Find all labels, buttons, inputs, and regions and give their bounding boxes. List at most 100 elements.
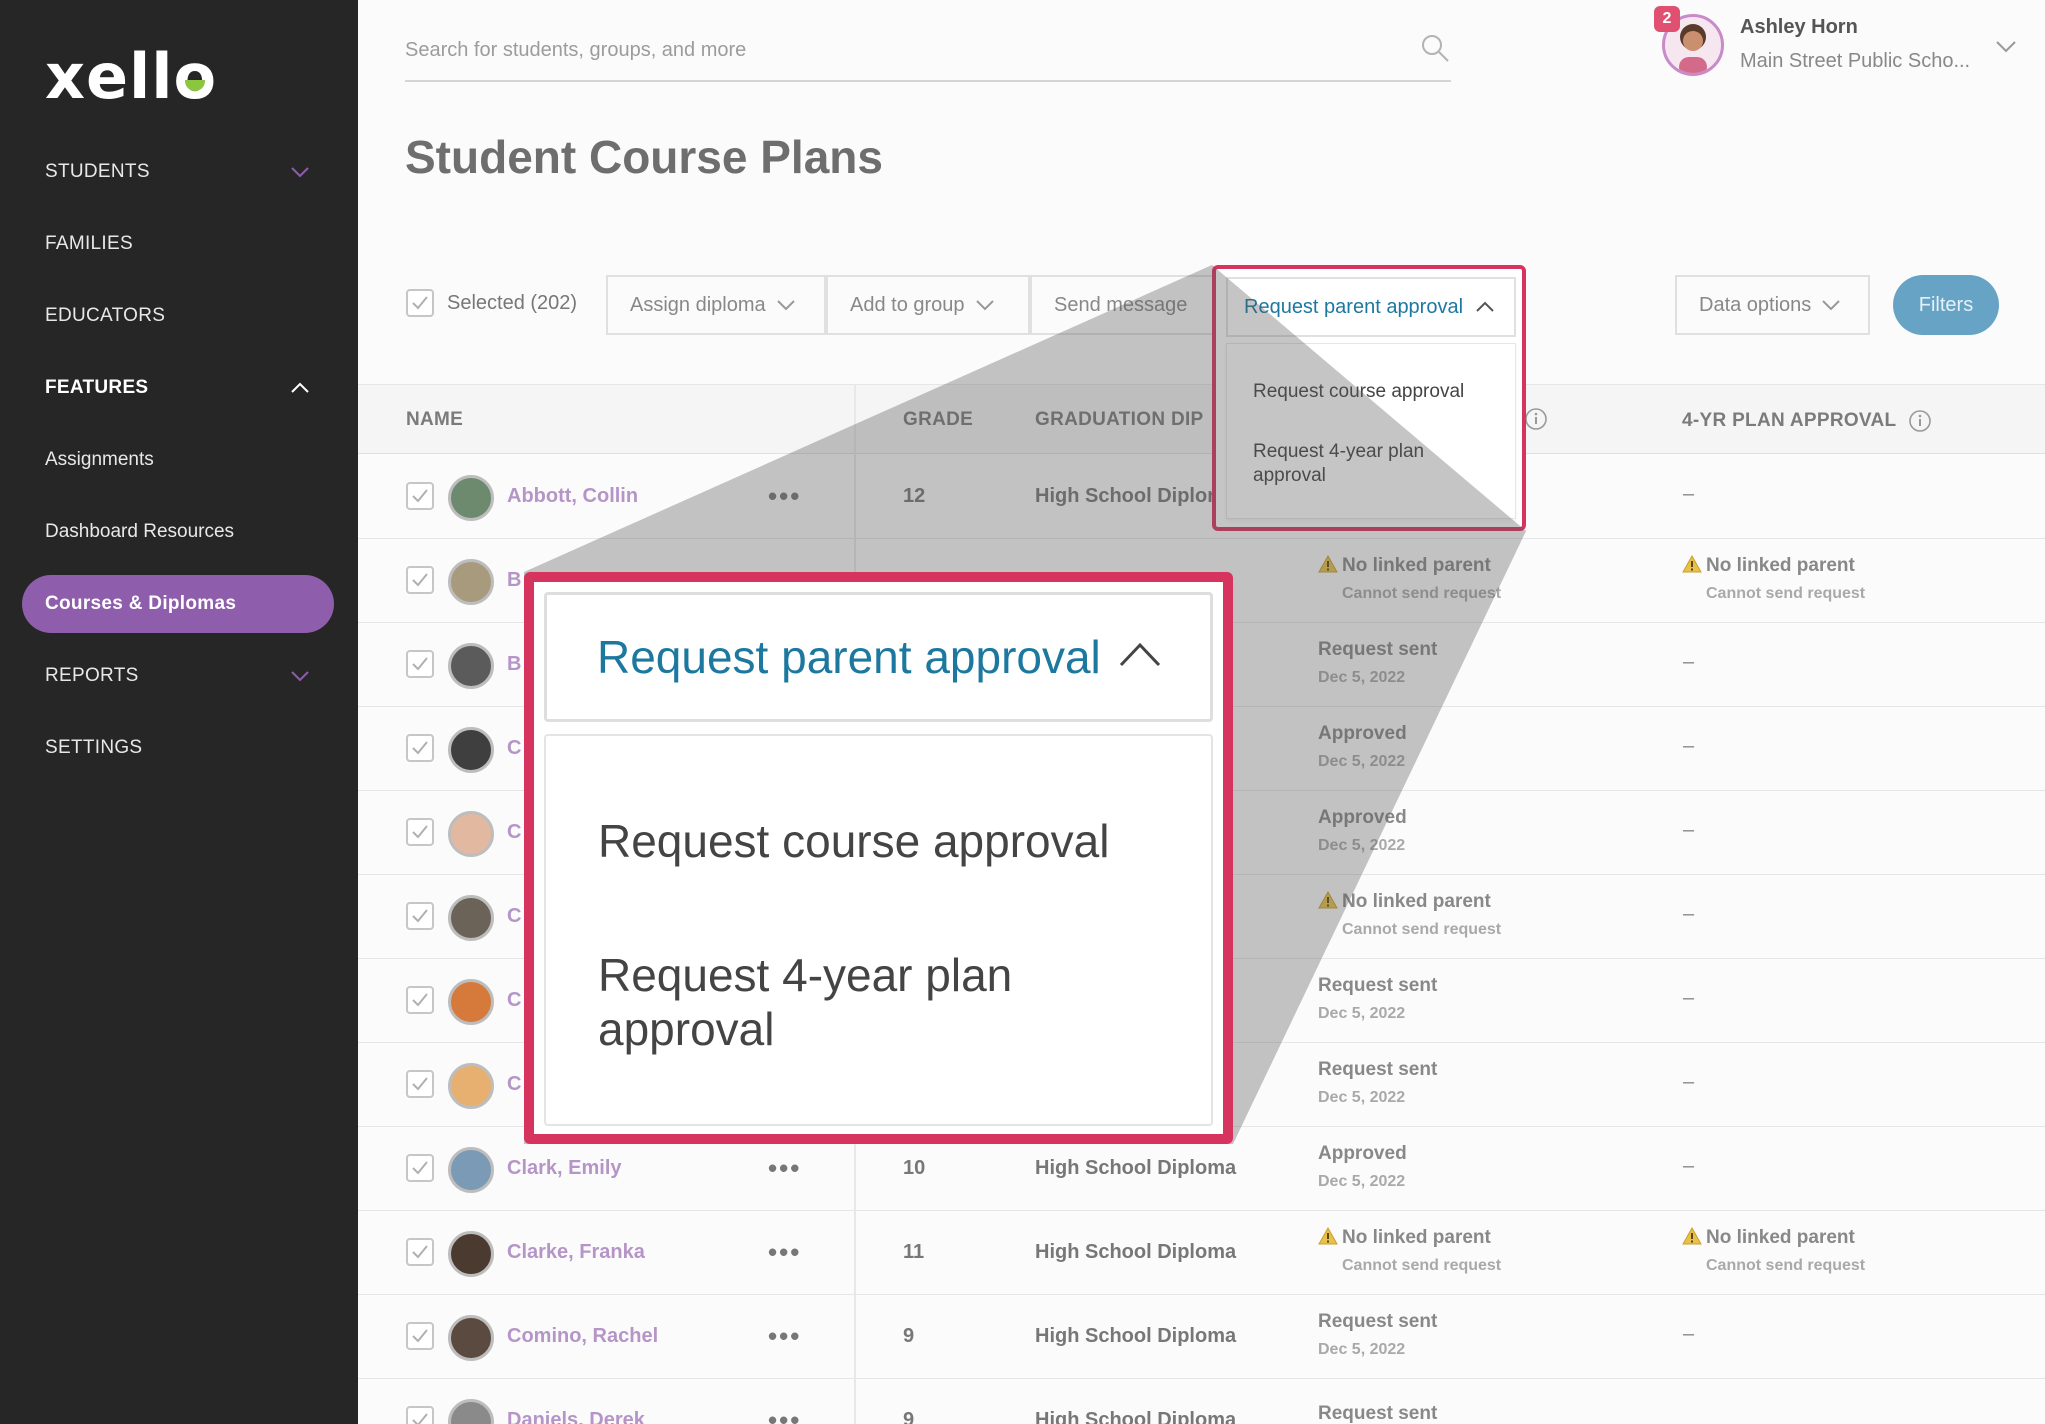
column-header-grade[interactable]: GRADE	[903, 409, 973, 431]
sidebar-item-settings[interactable]: SETTINGS	[0, 720, 358, 776]
row-checkbox[interactable]	[406, 734, 434, 762]
user-name: Ashley Horn	[1740, 16, 1858, 38]
course-approval-detail: Cannot send request	[1342, 585, 1502, 602]
zoomed-menu-item-request-course-approval[interactable]: Request course approval	[598, 814, 1158, 868]
course-approval-status-label: Approved	[1318, 723, 1407, 744]
row-checkbox[interactable]	[406, 1238, 434, 1266]
table-row[interactable]: Daniels, Derek ••• 9 High School Diploma Req…	[358, 1379, 2045, 1424]
chevron-up-icon	[1476, 301, 1494, 312]
student-name-link[interactable]: Daniels, Derek	[507, 1409, 645, 1424]
warning-icon	[1682, 555, 1702, 573]
warning-icon	[1318, 1227, 1338, 1245]
plan-approval-status: –	[1683, 987, 1695, 1009]
more-options-icon[interactable]: •••	[768, 481, 801, 512]
row-checkbox[interactable]	[406, 1406, 434, 1424]
course-approval-status-label: Request sent	[1318, 975, 1438, 996]
row-checkbox[interactable]	[406, 1322, 434, 1350]
more-options-icon[interactable]: •••	[768, 1237, 801, 1268]
row-checkbox[interactable]	[406, 482, 434, 510]
course-approval-status-label: Request sent	[1318, 1059, 1438, 1080]
course-approval-detail: Dec 5, 2022	[1318, 753, 1406, 770]
table-row[interactable]: Comino, Rachel ••• 9 High School Diploma Req…	[358, 1295, 2045, 1379]
course-approval-detail: Cannot send request	[1342, 921, 1502, 938]
course-approval-status: Request sent	[1318, 975, 1437, 997]
sidebar-item-assignments[interactable]: Assignments	[0, 432, 358, 488]
search-input[interactable]	[405, 30, 1385, 70]
assign-diploma-button[interactable]: Assign diploma	[606, 275, 826, 335]
search-bar	[405, 30, 1451, 82]
more-options-icon[interactable]: •••	[768, 1405, 801, 1424]
column-header-diploma[interactable]: GRADUATION DIP	[1035, 409, 1204, 431]
row-checkbox[interactable]	[406, 1070, 434, 1098]
table-row[interactable]: Abbott, Collin ••• 12 High School Diplon –	[358, 455, 2045, 539]
send-message-button[interactable]: Send message	[1030, 275, 1220, 335]
student-name-link[interactable]: C	[507, 989, 521, 1012]
plan-approval-status-label: No linked parent	[1706, 555, 1855, 576]
zoomed-dropdown-menu: Request course approval Request 4-year p…	[544, 734, 1213, 1126]
zoomed-menu-item-request-4-year-plan-approval[interactable]: Request 4-year plan approval	[598, 948, 1158, 1056]
course-approval-status: Request sent	[1318, 1311, 1437, 1333]
info-icon[interactable]	[1908, 409, 1932, 433]
student-name-link[interactable]: C	[507, 905, 521, 928]
zoomed-request-parent-approval-button[interactable]: Request parent approval	[544, 592, 1213, 722]
filters-button[interactable]: Filters	[1893, 275, 1999, 335]
column-header-name[interactable]: NAME	[406, 409, 463, 431]
sidebar-item-label: Assignments	[45, 449, 154, 470]
student-name-link[interactable]: B	[507, 653, 521, 676]
student-name-link[interactable]: C	[507, 737, 521, 760]
sidebar-item-courses-diplomas[interactable]: Courses & Diplomas	[22, 575, 334, 633]
row-checkbox[interactable]	[406, 1154, 434, 1182]
search-icon[interactable]	[1419, 32, 1451, 64]
data-options-button[interactable]: Data options	[1675, 275, 1870, 335]
row-checkbox[interactable]	[406, 650, 434, 678]
student-name-link[interactable]: C	[507, 821, 521, 844]
user-menu[interactable]: 2 Ashley Horn Main Street Public Scho...	[1654, 6, 2032, 82]
chevron-down-icon[interactable]	[1994, 34, 2018, 58]
course-approval-status-label: Request sent	[1318, 1311, 1438, 1332]
course-approval-detail: Dec 5, 2022	[1318, 1089, 1406, 1106]
zoomed-request-parent-approval-label: Request parent approval	[597, 631, 1101, 683]
chevron-down-icon	[291, 671, 309, 682]
menu-item-request-4-year-plan-approval[interactable]: Request 4-year plan approval	[1253, 440, 1493, 488]
sidebar-item-label: SETTINGS	[45, 737, 143, 758]
student-name-link[interactable]: Clark, Emily	[507, 1157, 622, 1180]
grade-cell: 10	[903, 1157, 926, 1179]
course-approval-status-label: No linked parent	[1342, 891, 1491, 912]
course-approval-status-label: Request sent	[1318, 639, 1438, 660]
select-all-checkbox[interactable]	[406, 289, 434, 317]
row-checkbox[interactable]	[406, 566, 434, 594]
sidebar-item-students[interactable]: STUDENTS	[0, 144, 358, 200]
table-row[interactable]: Clarke, Franka ••• 11 High School Diploma No…	[358, 1211, 2045, 1295]
request-parent-approval-button[interactable]: Request parent approval	[1226, 277, 1516, 337]
row-checkbox[interactable]	[406, 818, 434, 846]
add-to-group-button[interactable]: Add to group	[826, 275, 1030, 335]
more-options-icon[interactable]: •••	[768, 1321, 801, 1352]
column-header-plan-approval[interactable]: 4-YR PLAN APPROVAL	[1682, 409, 1932, 433]
sidebar-item-families[interactable]: FAMILIES	[0, 216, 358, 272]
row-checkbox[interactable]	[406, 986, 434, 1014]
plan-approval-status-label: No linked parent	[1706, 1227, 1855, 1248]
row-checkbox[interactable]	[406, 902, 434, 930]
sidebar-item-educators[interactable]: EDUCATORS	[0, 288, 358, 344]
course-approval-detail: Cannot send request	[1342, 1257, 1502, 1274]
course-approval-detail: Dec 5, 2022	[1318, 1341, 1406, 1358]
diploma-cell: High School Diploma	[1035, 1409, 1237, 1424]
student-name-link[interactable]: Abbott, Collin	[507, 485, 638, 508]
student-name-link[interactable]: Clarke, Franka	[507, 1241, 645, 1264]
xello-logo[interactable]: xello	[45, 40, 217, 113]
student-name-link[interactable]: B	[507, 569, 521, 592]
sidebar-item-dashboard-resources[interactable]: Dashboard Resources	[0, 504, 358, 560]
student-name-link[interactable]: Comino, Rachel	[507, 1325, 658, 1348]
notification-badge[interactable]: 2	[1654, 6, 1680, 32]
sidebar-item-reports[interactable]: REPORTS	[0, 648, 358, 704]
plan-approval-status: No linked parent	[1682, 555, 1855, 577]
more-options-icon[interactable]: •••	[768, 1153, 801, 1184]
info-icon[interactable]	[1524, 407, 1548, 431]
menu-item-request-course-approval[interactable]: Request course approval	[1253, 380, 1493, 404]
course-approval-detail: Dec 5, 2022	[1318, 669, 1406, 686]
diploma-cell: High School Diploma	[1035, 1241, 1237, 1263]
course-approval-status-label: No linked parent	[1342, 555, 1491, 576]
sidebar-item-features[interactable]: FEATURES	[0, 360, 358, 416]
student-name-link[interactable]: C	[507, 1073, 521, 1096]
course-approval-status: No linked parent	[1318, 891, 1491, 913]
